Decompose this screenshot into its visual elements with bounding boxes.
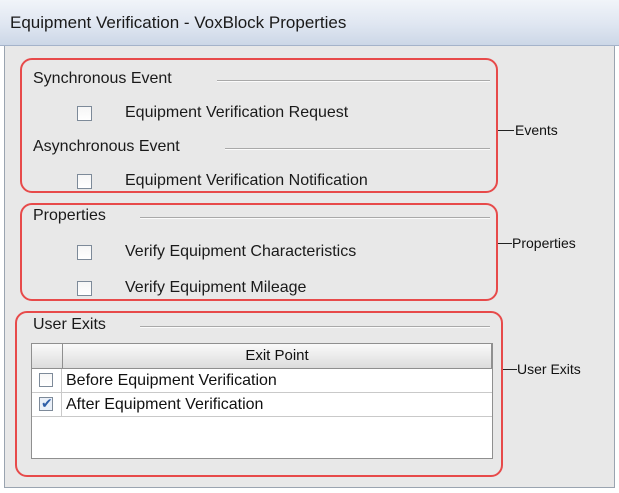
verify-characteristics-checkbox[interactable] <box>77 245 92 260</box>
table-row[interactable]: Before Equipment Verification <box>32 369 492 393</box>
exit-points-table[interactable]: Exit Point Before Equipment Verification… <box>31 343 493 459</box>
user-exits-callout: User Exits <box>517 361 581 377</box>
check-icon: ✔ <box>41 395 53 411</box>
verify-mileage-label: Verify Equipment Mileage <box>125 279 307 296</box>
exit-point-column-header[interactable]: Exit Point <box>63 344 492 369</box>
properties-callout: Properties <box>512 235 576 251</box>
window-title: Equipment Verification - VoxBlock Proper… <box>10 13 347 32</box>
events-callout-line <box>498 130 514 131</box>
user-exits-callout-line <box>503 369 517 370</box>
properties-separator <box>140 217 490 219</box>
before-verification-checkbox[interactable] <box>39 373 53 387</box>
equipment-verification-notification-checkbox[interactable] <box>77 174 92 189</box>
after-verification-label: After Equipment Verification <box>66 396 264 413</box>
user-exits-separator <box>140 326 490 328</box>
exit-point-header-label: Exit Point <box>245 347 309 364</box>
equipment-verification-request-checkbox[interactable] <box>77 106 92 121</box>
after-verification-checkbox[interactable]: ✔ <box>39 395 53 411</box>
equipment-verification-request-label: Equipment Verification Request <box>125 104 349 121</box>
equipment-verification-notification-label: Equipment Verification Notification <box>125 172 368 189</box>
events-callout: Events <box>515 122 558 138</box>
verify-characteristics-label: Verify Equipment Characteristics <box>125 243 357 260</box>
asynchronous-separator <box>225 148 490 150</box>
properties-group-label: Properties <box>33 207 106 224</box>
verify-mileage-checkbox[interactable] <box>77 281 92 296</box>
title-bar: Equipment Verification - VoxBlock Proper… <box>0 0 619 46</box>
asynchronous-event-label: Asynchronous Event <box>33 138 180 155</box>
synchronous-separator <box>217 80 490 82</box>
select-column-header[interactable] <box>32 344 63 369</box>
user-exits-group-label: User Exits <box>33 316 106 333</box>
before-verification-label: Before Equipment Verification <box>66 372 277 389</box>
bottom-margin <box>0 488 619 493</box>
synchronous-event-label: Synchronous Event <box>33 70 172 87</box>
table-row[interactable]: ✔ After Equipment Verification <box>32 393 492 417</box>
properties-callout-line <box>498 243 512 244</box>
